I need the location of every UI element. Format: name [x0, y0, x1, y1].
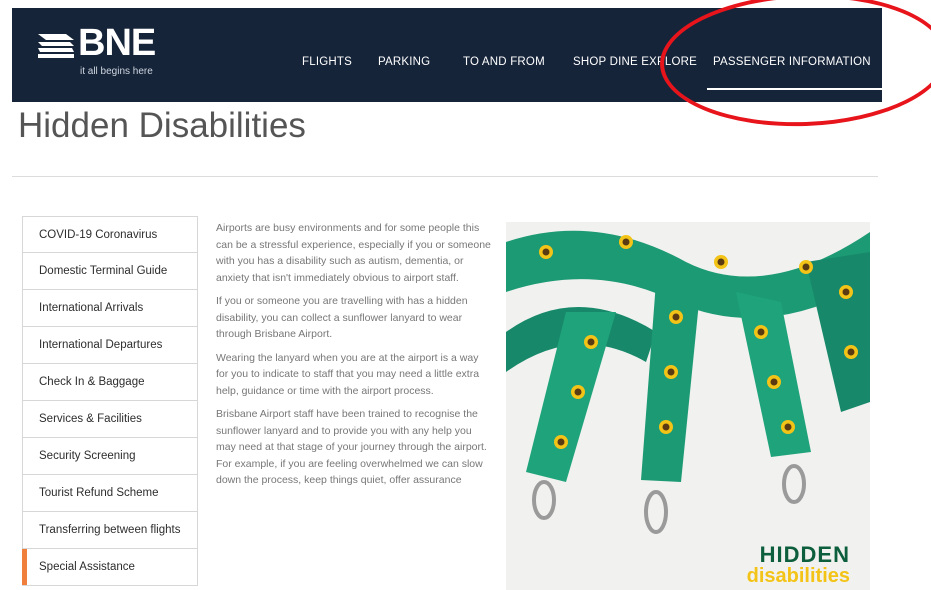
article-body: Airports are busy environments and for s… — [216, 220, 492, 496]
sidebar-item-international-arrivals[interactable]: International Arrivals — [22, 290, 198, 327]
site-header: BNE it all begins here FLIGHTS PARKING T… — [12, 8, 882, 102]
sidebar-item-services-facilities[interactable]: Services & Facilities — [22, 401, 198, 438]
page: BNE it all begins here FLIGHTS PARKING T… — [12, 8, 882, 590]
paragraph: Brisbane Airport staff have been trained… — [216, 408, 487, 486]
paragraph: Wearing the lanyard when you are at the … — [216, 351, 480, 397]
paragraph: If you or someone you are travelling wit… — [216, 295, 468, 340]
nav-flights[interactable]: FLIGHTS — [302, 56, 352, 68]
sidebar-item-security-screening[interactable]: Security Screening — [22, 438, 198, 475]
paragraph: Airports are busy environments and for s… — [216, 222, 491, 284]
nav-passenger-information[interactable]: PASSENGER INFORMATION — [707, 56, 882, 90]
nav-parking[interactable]: PARKING — [378, 56, 430, 68]
sunflower-lanyard-image: HIDDEN disabilities — [506, 222, 870, 590]
sidebar-item-domestic-terminal[interactable]: Domestic Terminal Guide — [22, 253, 198, 290]
nav-to-and-from[interactable]: TO AND FROM — [463, 56, 545, 68]
divider — [12, 176, 878, 177]
sidebar-item-international-departures[interactable]: International Departures — [22, 327, 198, 364]
brand-line-2: disabilities — [746, 565, 850, 587]
main-nav: FLIGHTS PARKING TO AND FROM SHOP DINE EX… — [12, 8, 882, 102]
page-title: Hidden Disabilities — [18, 106, 306, 145]
sidebar-item-special-assistance[interactable]: Special Assistance — [22, 549, 198, 586]
sidebar-item-tourist-refund[interactable]: Tourist Refund Scheme — [22, 475, 198, 512]
brand-line-1: HIDDEN — [759, 542, 850, 567]
sidebar-item-check-in-baggage[interactable]: Check In & Baggage — [22, 364, 198, 401]
sidebar-item-covid[interactable]: COVID-19 Coronavirus — [22, 216, 198, 253]
hidden-disabilities-logo: HIDDEN disabilities — [746, 542, 850, 587]
lanyard-illustration — [506, 222, 870, 590]
sidebar-nav: COVID-19 Coronavirus Domestic Terminal G… — [22, 216, 198, 586]
sidebar-item-transferring[interactable]: Transferring between flights — [22, 512, 198, 549]
nav-shop-dine-explore[interactable]: SHOP DINE EXPLORE — [573, 56, 697, 68]
